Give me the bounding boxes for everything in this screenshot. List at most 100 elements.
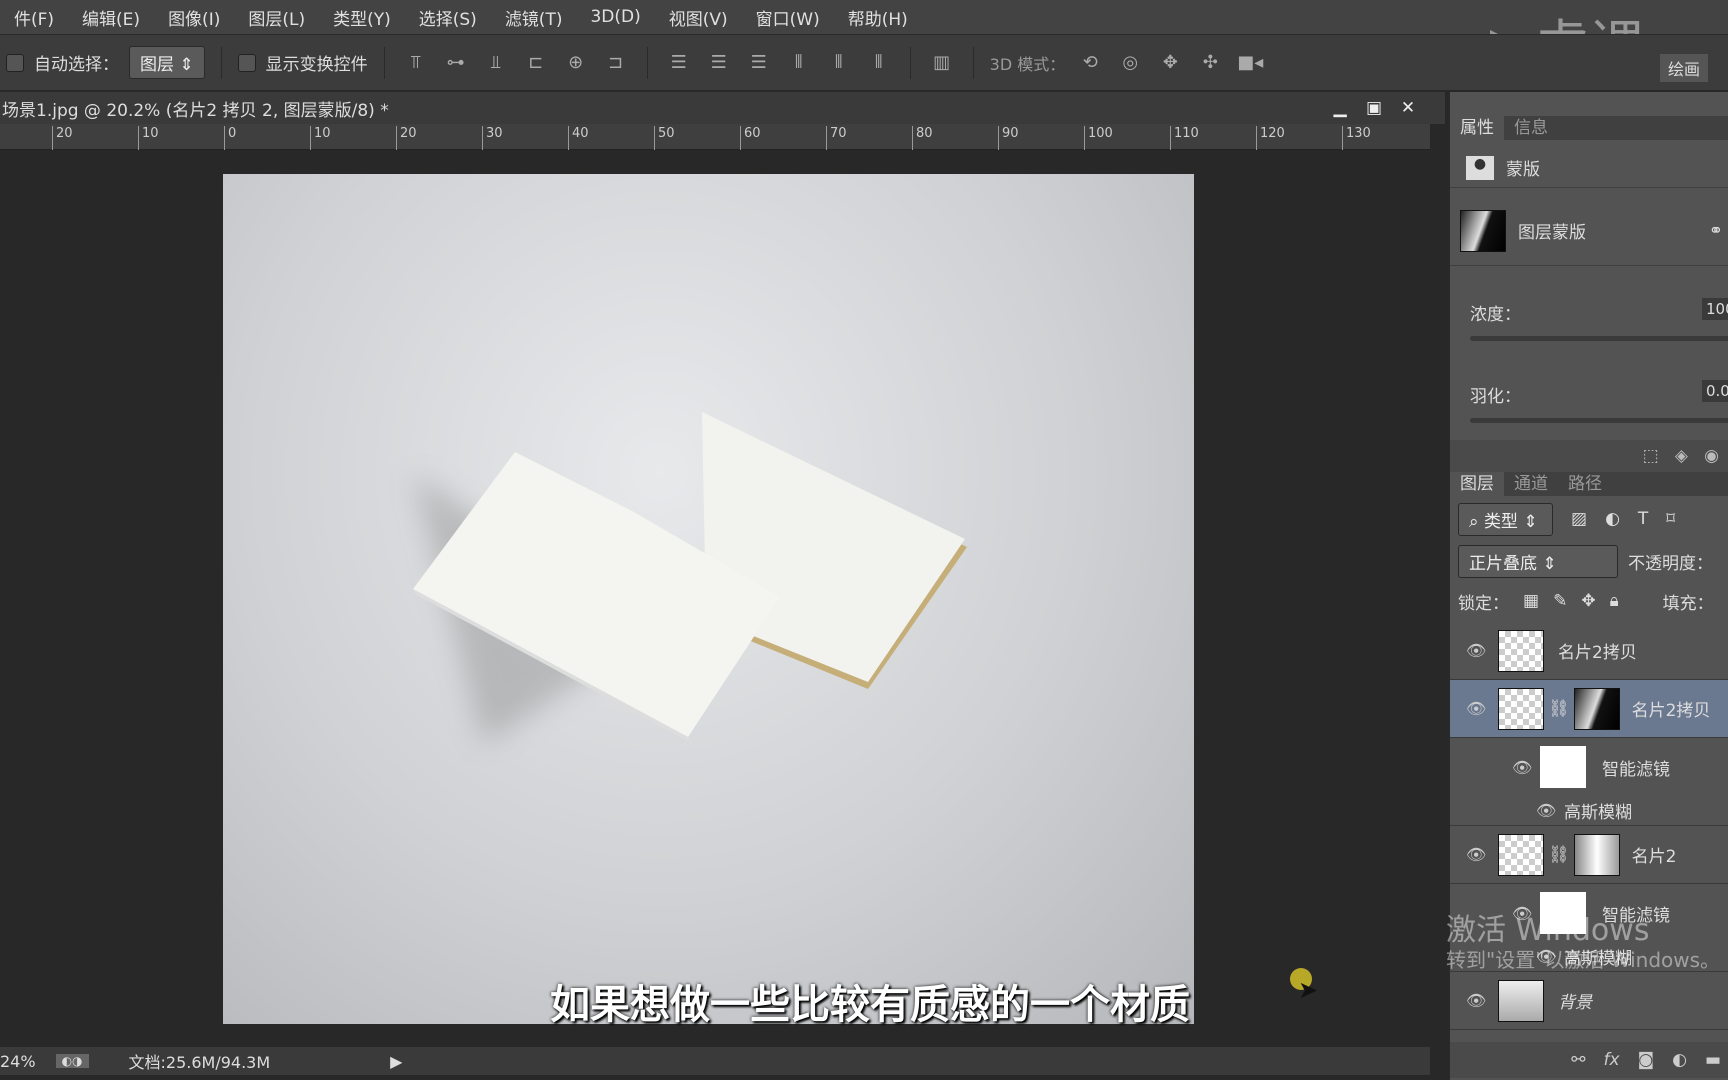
menu-image[interactable]: 图像(I) <box>154 5 234 30</box>
distribute-bottom-icon[interactable]: ☰ <box>744 52 774 73</box>
link-icon[interactable]: ⛓ <box>1548 699 1570 719</box>
menu-help[interactable]: 帮助(H) <box>834 5 922 30</box>
3d-roll-icon[interactable]: ◎ <box>1115 52 1145 73</box>
layer-mask-thumbnail[interactable] <box>1573 687 1620 730</box>
3d-slide-icon[interactable]: ✣ <box>1195 52 1225 73</box>
distribute-vcenter-icon[interactable]: ☰ <box>704 52 734 73</box>
menu-filter[interactable]: 滤镜(T) <box>491 5 577 30</box>
group-folder-icon[interactable]: ▬ <box>1705 1050 1721 1070</box>
zoom-level[interactable]: 24% <box>0 1052 36 1071</box>
eye-icon[interactable]: 👁︎ <box>1466 845 1494 864</box>
tab-properties[interactable]: 属性 <box>1450 116 1504 140</box>
tab-channels[interactable]: 通道 <box>1504 472 1558 496</box>
3d-rotate-icon[interactable]: ⟲ <box>1075 52 1105 73</box>
lock-all-icon[interactable]: 🔒︎ <box>1610 591 1619 611</box>
menu-view[interactable]: 视图(V) <box>655 5 742 30</box>
density-field[interactable]: 100 <box>1702 298 1728 320</box>
load-selection-icon[interactable]: ⬚ <box>1643 446 1659 466</box>
3d-scale-icon[interactable]: ■◂ <box>1235 52 1265 73</box>
layer-thumbnail <box>1498 687 1544 730</box>
eye-icon[interactable]: 👁︎ <box>1466 699 1494 718</box>
layer-row[interactable]: 👁︎ ⛓ 名片2 <box>1450 826 1728 884</box>
menu-bar: 件(F) 编辑(E) 图像(I) 图层(L) 类型(Y) 选择(S) 滤镜(T)… <box>0 0 1728 34</box>
auto-select-dropdown[interactable]: 图层 ⇕ <box>129 46 205 79</box>
eye-icon[interactable]: 👁︎ <box>1512 758 1540 777</box>
link-icon[interactable]: ⛓ <box>1548 845 1570 865</box>
maximize-icon[interactable]: ▣ <box>1357 98 1391 118</box>
fx-icon[interactable]: fx <box>1604 1050 1620 1070</box>
layer-row[interactable]: 👁︎ 背景 <box>1450 972 1728 1030</box>
distribute-hcenter-icon[interactable]: ⫴ <box>824 52 854 73</box>
eye-icon[interactable]: 👁︎ <box>1466 991 1494 1010</box>
3d-drag-icon[interactable]: ✥ <box>1155 52 1185 73</box>
auto-select-label: 自动选择： <box>34 55 119 75</box>
ruler-tick-label: 90 <box>998 126 1019 150</box>
align-top-icon[interactable]: ⫪ <box>401 52 431 73</box>
visibility-icon[interactable]: ◉ <box>1704 446 1719 466</box>
menu-select[interactable]: 选择(S) <box>405 5 491 30</box>
add-mask-icon[interactable]: ◙ <box>1638 1050 1655 1070</box>
smart-filter-row[interactable]: 👁︎ 智能滤镜 <box>1450 738 1728 796</box>
menu-file[interactable]: 件(F) <box>0 5 68 30</box>
proof-icon: ◐◑ <box>55 1054 89 1068</box>
ruler-tick-label: 20 <box>396 126 417 150</box>
status-menu-arrow-icon[interactable]: ▶ <box>390 1052 402 1071</box>
filter-pixel-icon[interactable]: ▨ <box>1571 509 1587 529</box>
lock-pixels-icon[interactable]: ✎ <box>1553 591 1567 611</box>
layer-row-selected[interactable]: 👁︎ ⛓ 名片2拷贝 <box>1450 680 1728 738</box>
menu-window[interactable]: 窗口(W) <box>742 5 834 30</box>
distribute-top-icon[interactable]: ☰ <box>664 52 694 73</box>
menu-type[interactable]: 类型(Y) <box>319 5 405 30</box>
layer-name: 名片2 <box>1631 847 1677 867</box>
horizontal-ruler: 20 10 0 10 20 30 40 50 60 70 80 90 100 110 120 130 <box>0 124 1430 150</box>
layer-filter-value: 类型 <box>1483 511 1518 532</box>
mask-link-icon[interactable]: ⚭ <box>1709 221 1723 241</box>
blend-mode-dropdown[interactable]: 正片叠底 ⇕ <box>1458 544 1618 578</box>
show-transform-checkbox[interactable] <box>237 53 256 72</box>
options-bar: 自动选择： 图层 ⇕ 显示变换控件 ⫪ ⊶ ⫫ ⊏ ⊕ ⊐ ☰ ☰ ☰ ⫴ ⫴ ⫴ ▥ 3D 模… <box>0 34 1728 90</box>
align-vcenter-icon[interactable]: ⊶ <box>441 52 471 73</box>
layer-filter-dropdown[interactable]: ⌕ 类型 ⇕ <box>1458 502 1553 536</box>
lock-position-icon[interactable]: ✥ <box>1581 591 1595 611</box>
ruler-tick-label: 60 <box>740 126 761 150</box>
eye-icon[interactable]: 👁︎ <box>1536 801 1564 820</box>
lock-label: 锁定： <box>1458 593 1509 614</box>
3d-mode-label: 3D 模式： <box>989 54 1066 74</box>
link-layers-icon[interactable]: ⚯ <box>1571 1050 1585 1070</box>
distribute-left-icon[interactable]: ⫴ <box>784 52 814 73</box>
menu-edit[interactable]: 编辑(E) <box>68 5 154 30</box>
eye-icon[interactable]: 👁︎ <box>1466 641 1494 660</box>
align-hcenter-icon[interactable]: ⊕ <box>561 52 591 73</box>
minimize-icon[interactable]: ▁ <box>1323 98 1357 118</box>
align-left-icon[interactable]: ⊏ <box>521 52 551 73</box>
mask-icon: ● <box>1466 155 1494 180</box>
fill-label: 填充： <box>1662 593 1714 614</box>
menu-layer[interactable]: 图层(L) <box>234 5 319 30</box>
tab-info[interactable]: 信息 <box>1504 116 1558 140</box>
document-tab[interactable]: 场景1.jpg @ 20.2% (名片2 拷贝 2, 图层蒙版/8) * ▁ ▣… <box>0 92 1445 124</box>
tab-layers[interactable]: 图层 <box>1450 472 1504 496</box>
workspace-button[interactable]: 绘画 <box>1660 54 1709 82</box>
close-icon[interactable]: ✕ <box>1391 98 1425 118</box>
filter-adjustment-icon[interactable]: ◐ <box>1605 509 1620 529</box>
feather-field[interactable]: 0.0 <box>1702 380 1728 402</box>
layer-mask-thumbnail[interactable] <box>1573 833 1620 876</box>
density-slider[interactable] <box>1470 336 1728 341</box>
align-bottom-icon[interactable]: ⫫ <box>481 52 511 73</box>
filter-row[interactable]: 👁︎ 高斯模糊 <box>1450 796 1728 826</box>
align-right-icon[interactable]: ⊐ <box>601 52 631 73</box>
auto-align-icon[interactable]: ▥ <box>927 52 957 73</box>
tab-paths[interactable]: 路径 <box>1558 472 1612 496</box>
feather-slider[interactable] <box>1470 418 1728 423</box>
filter-type-icon[interactable]: T <box>1638 509 1648 529</box>
layer-row[interactable]: 👁︎ 名片2拷贝 <box>1450 622 1728 680</box>
menu-3d[interactable]: 3D(D) <box>576 7 654 27</box>
video-subtitle: 如果想做一些比较有质感的一个材质 <box>550 982 1190 1028</box>
apply-mask-icon[interactable]: ◈ <box>1675 446 1688 466</box>
lock-transparent-icon[interactable]: ▦ <box>1523 591 1539 611</box>
document-canvas[interactable] <box>223 174 1194 1024</box>
auto-select-checkbox[interactable] <box>6 53 24 72</box>
filter-shape-icon[interactable]: ⌑ <box>1666 509 1675 529</box>
adjustment-icon[interactable]: ◐ <box>1672 1050 1687 1070</box>
distribute-right-icon[interactable]: ⫴ <box>864 52 894 73</box>
